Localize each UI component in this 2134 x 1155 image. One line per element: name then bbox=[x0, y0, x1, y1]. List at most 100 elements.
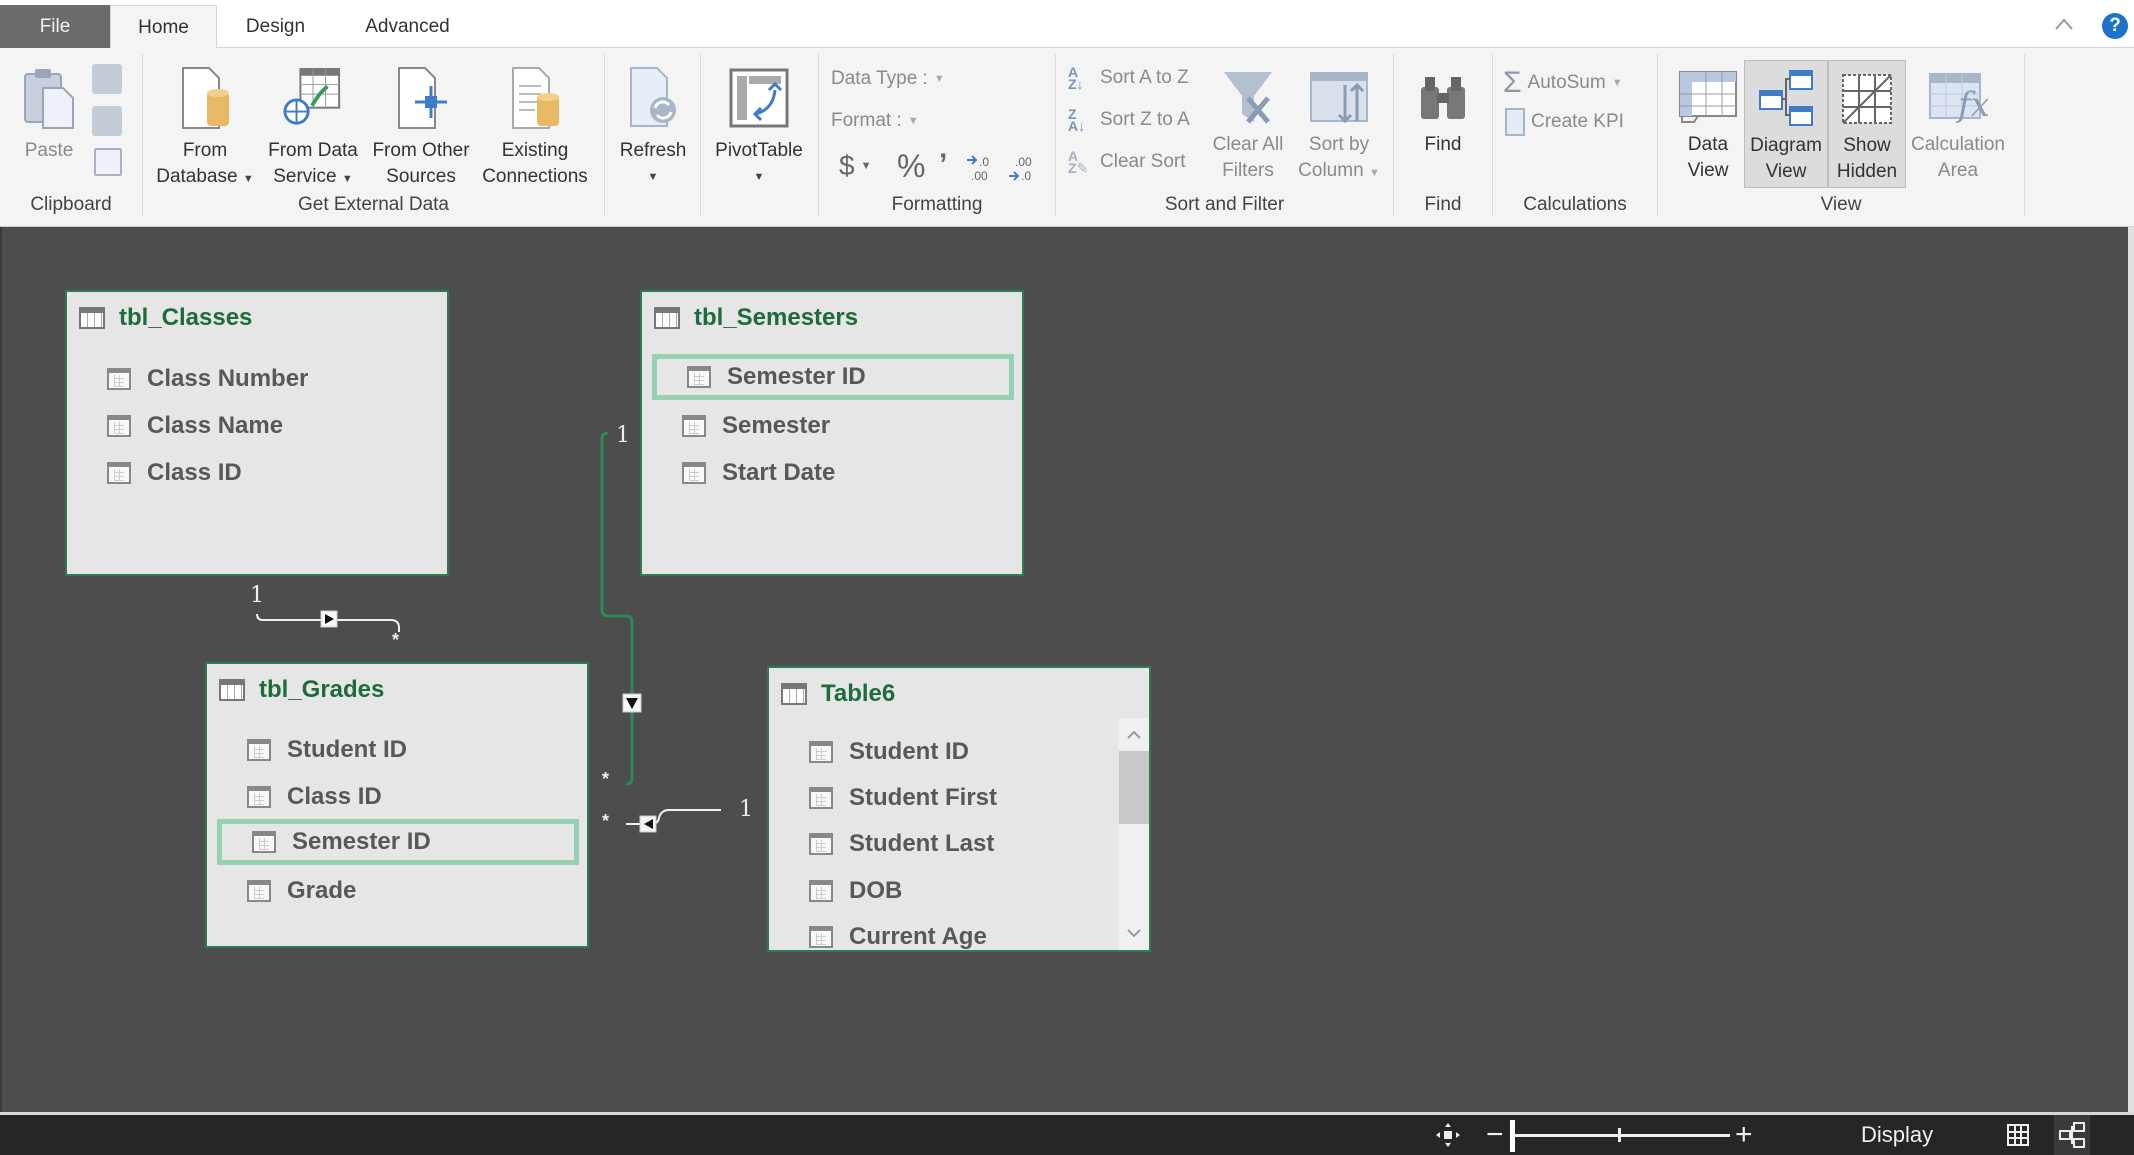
scroll-up-icon[interactable] bbox=[1119, 720, 1149, 750]
diagram-view-label: Diagram bbox=[1750, 135, 1822, 156]
from-data-service-label: From Data bbox=[268, 140, 358, 161]
group-calculations: Σ AutoSum ▼ Create KPI Calculations bbox=[1493, 52, 1657, 222]
tab-design[interactable]: Design bbox=[228, 5, 323, 48]
table-tbl-grades[interactable]: tbl_Grades Student ID Class ID Semester … bbox=[205, 662, 589, 948]
table-column[interactable]: Class ID bbox=[107, 453, 242, 493]
autosum-button[interactable]: Σ AutoSum ▼ bbox=[1503, 66, 1623, 100]
diagram-view-button[interactable]: Diagram View bbox=[1744, 60, 1828, 188]
comma-icon: ’ bbox=[939, 148, 948, 181]
comma-format-button[interactable]: ’ bbox=[939, 148, 947, 182]
column-icon bbox=[107, 462, 131, 484]
table-column[interactable]: Class Name bbox=[107, 406, 283, 446]
clear-filter-icon bbox=[1218, 66, 1278, 130]
fit-to-screen-button[interactable] bbox=[1434, 1115, 1462, 1155]
tab-advanced[interactable]: Advanced bbox=[345, 5, 470, 48]
zoom-slider[interactable] bbox=[1510, 1115, 1730, 1155]
refresh-button[interactable]: Refresh ▼ bbox=[613, 60, 693, 190]
column-name: Semester ID bbox=[292, 828, 431, 855]
data-service-icon bbox=[283, 60, 343, 136]
show-hidden-button[interactable]: Show Hidden bbox=[1828, 60, 1906, 188]
zoom-slider-thumb[interactable] bbox=[1510, 1120, 1515, 1152]
existing-connections-button[interactable]: Existing Connections bbox=[475, 60, 595, 190]
column-icon bbox=[682, 415, 706, 437]
percent-format-button[interactable]: % bbox=[897, 148, 925, 185]
table-column[interactable]: Class ID bbox=[247, 777, 382, 817]
grid-view-button[interactable] bbox=[2006, 1115, 2030, 1155]
table-column[interactable]: Semester bbox=[682, 406, 830, 446]
sort-a-to-z-button[interactable]: A Z↓ Sort A to Z bbox=[1068, 65, 1189, 91]
decrease-decimal-icon[interactable]: .00.0 bbox=[1007, 152, 1039, 184]
group-find: Find Find bbox=[1394, 52, 1492, 222]
scrollbar-thumb[interactable] bbox=[1119, 751, 1149, 824]
table-column[interactable]: DOB bbox=[809, 871, 902, 911]
sort-z-to-a-button[interactable]: Z A↓ Sort Z to A bbox=[1068, 107, 1190, 133]
table-column[interactable]: Class Number bbox=[107, 359, 308, 399]
from-other-sources-button[interactable]: From Other Sources bbox=[367, 60, 475, 190]
calculation-area-button[interactable]: fx Calculation Area bbox=[1906, 66, 2010, 184]
table-tbl-semesters[interactable]: tbl_Semesters Semester ID Semester Start… bbox=[640, 290, 1024, 576]
tab-file[interactable]: File bbox=[0, 5, 110, 48]
data-type-label: Data Type : bbox=[831, 68, 928, 89]
from-data-service-button[interactable]: From Data Service ▼ bbox=[259, 60, 367, 192]
column-icon bbox=[247, 786, 271, 808]
paste-replace-icon[interactable] bbox=[92, 106, 122, 136]
find-button[interactable]: Find bbox=[1406, 66, 1480, 158]
collapse-ribbon-button[interactable] bbox=[2052, 12, 2076, 36]
clear-sort-button[interactable]: A Z✎ Clear Sort bbox=[1068, 149, 1186, 175]
sort-z-to-a-label: Sort Z to A bbox=[1100, 109, 1190, 130]
increase-decimal-icon[interactable]: .0.00 bbox=[965, 152, 997, 184]
table-column[interactable]: Student ID bbox=[809, 732, 969, 772]
diagram-view-toggle-button[interactable] bbox=[2054, 1115, 2090, 1155]
column-icon bbox=[252, 831, 276, 853]
diagram-canvas[interactable]: 1 * 1 * 1 * tbl_Classes Class Number Cla… bbox=[0, 227, 2134, 1112]
table-column[interactable]: Current Age bbox=[809, 917, 987, 950]
format-dropdown[interactable]: Format : ▼ bbox=[831, 110, 919, 132]
pivottable-button[interactable]: PivotTable ▼ bbox=[709, 60, 809, 190]
relationship-arrow-box bbox=[622, 693, 642, 713]
dropdown-caret-icon: ▼ bbox=[753, 171, 765, 183]
table-header[interactable]: tbl_Semesters bbox=[654, 304, 858, 332]
table-header[interactable]: Table6 bbox=[781, 680, 895, 708]
relationship-arrow-icon bbox=[325, 614, 334, 624]
tab-home[interactable]: Home bbox=[110, 5, 217, 49]
zoom-in-button[interactable]: + bbox=[1735, 1115, 1753, 1155]
dropdown-caret-icon: ▼ bbox=[907, 115, 919, 127]
table-title: tbl_Semesters bbox=[694, 304, 859, 331]
sigma-icon: Σ bbox=[1503, 66, 1522, 99]
copy-icon[interactable] bbox=[94, 148, 122, 176]
paste-append-icon[interactable] bbox=[92, 64, 122, 94]
label-text: Column bbox=[1298, 160, 1364, 181]
table-column-highlighted[interactable]: Semester ID bbox=[652, 354, 1014, 400]
paste-button[interactable]: Paste bbox=[14, 60, 84, 164]
ribbon-home: Paste Clipboard From Database ▼ From Dat… bbox=[0, 48, 2134, 227]
table-tbl-classes[interactable]: tbl_Classes Class Number Class Name Clas… bbox=[65, 290, 449, 576]
create-kpi-label: Create KPI bbox=[1531, 111, 1624, 132]
from-database-button[interactable]: From Database ▼ bbox=[155, 60, 255, 192]
table-column[interactable]: Student Last bbox=[809, 824, 994, 864]
pivottable-label: PivotTable bbox=[715, 140, 803, 161]
table-table6[interactable]: Table6 Student ID Student First Student … bbox=[767, 666, 1151, 952]
fit-to-screen-icon bbox=[1436, 1123, 1460, 1147]
kpi-icon bbox=[1505, 108, 1525, 136]
table-column[interactable]: Student First bbox=[809, 778, 997, 818]
table-column[interactable]: Grade bbox=[247, 871, 356, 911]
currency-format-button[interactable]: $ ▼ bbox=[839, 150, 871, 182]
table-column-highlighted[interactable]: Semester ID bbox=[217, 819, 579, 865]
help-button[interactable]: ? bbox=[2102, 13, 2128, 39]
table-column[interactable]: Start Date bbox=[682, 453, 835, 493]
table-scrollbar[interactable] bbox=[1119, 718, 1149, 950]
table-column[interactable]: Student ID bbox=[247, 730, 407, 770]
autosum-label: AutoSum bbox=[1527, 72, 1606, 93]
data-type-dropdown[interactable]: Data Type : ▼ bbox=[831, 68, 945, 90]
sort-by-column-button[interactable]: Sort by Column ▼ bbox=[1293, 66, 1385, 186]
table-header[interactable]: tbl_Classes bbox=[79, 304, 252, 332]
zoom-out-button[interactable]: − bbox=[1486, 1115, 1504, 1155]
table-header[interactable]: tbl_Grades bbox=[219, 676, 384, 704]
clear-all-filters-button[interactable]: Clear All Filters bbox=[1206, 66, 1290, 184]
table-icon bbox=[79, 307, 105, 329]
data-view-button[interactable]: Data View bbox=[1668, 66, 1748, 184]
dropdown-caret-icon: ▼ bbox=[647, 171, 659, 183]
power-pivot-window: File Home Design Advanced ? Paste Clipbo… bbox=[0, 0, 2134, 1155]
create-kpi-button[interactable]: Create KPI bbox=[1505, 108, 1624, 136]
scroll-down-icon[interactable] bbox=[1119, 918, 1149, 948]
